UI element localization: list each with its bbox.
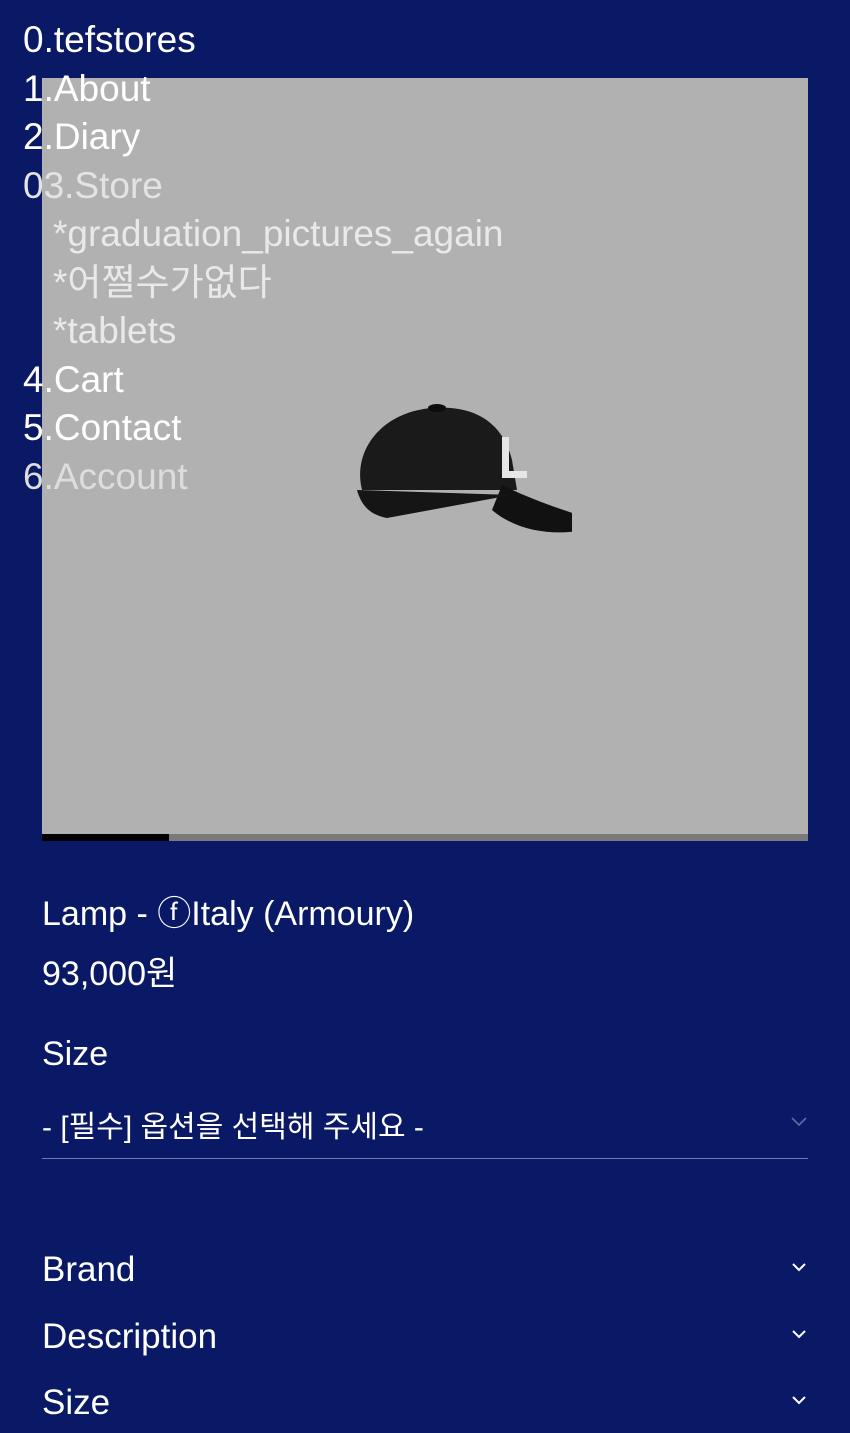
accordion-size-label: Size [42,1383,111,1422]
nav-subitem-korean-collection[interactable]: *어쩔수가없다 [23,259,504,308]
accordion-size[interactable]: Size [42,1383,808,1433]
size-select-value: - [필수] 옵션을 선택해 주세요 - [42,1111,424,1144]
nav-item-about[interactable]: 1.About [23,65,504,114]
product-price: 93,000원 [42,955,178,993]
accordion-description-label: Description [42,1317,218,1356]
nav-item-account[interactable]: 6.Account [23,453,504,502]
gallery-progress-bar [42,834,170,841]
nav-item-diary[interactable]: 2.Diary [23,113,504,162]
gallery-progress-track [42,834,808,841]
nav-item-home[interactable]: 0.tefstores [23,16,504,65]
accordion-brand-label: Brand [42,1250,136,1289]
size-select[interactable]: - [필수] 옵션을 선택해 주세요 - [42,1092,808,1159]
nav-subitem-tablets[interactable]: *tablets [23,307,504,356]
chevron-down-icon [792,1396,806,1405]
nav-subitem-graduation-pictures[interactable]: *graduation_pictures_again [23,210,504,259]
nav-item-store[interactable]: 03.Store [23,162,504,211]
nav-item-contact[interactable]: 5.Contact [23,404,504,453]
product-name: Lamp - ⓕItaly (Armoury) [42,895,415,933]
chevron-down-icon [791,1117,807,1127]
option-label: Size [42,1035,109,1073]
chevron-down-icon [792,1263,806,1272]
accordion-brand[interactable]: Brand [42,1250,808,1300]
chevron-down-icon [792,1330,806,1339]
main-nav: 0.tefstores 1.About 2.Diary 03.Store *gr… [23,16,504,501]
nav-item-cart[interactable]: 4.Cart [23,356,504,405]
accordion-description[interactable]: Description [42,1317,808,1367]
